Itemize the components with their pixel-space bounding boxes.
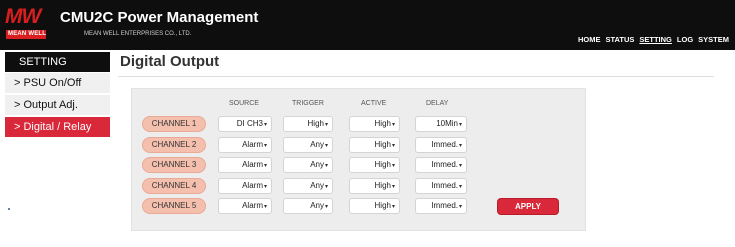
chevron-down-icon: ▾ — [324, 204, 328, 210]
channel-2-active-value: High — [374, 140, 391, 149]
page-marker — [8, 208, 10, 210]
channel-5-source-value: Alarm — [242, 201, 263, 210]
channel-3-delay-value: Immed. — [431, 160, 458, 169]
channel-3-source-select[interactable]: Alarm▾ — [218, 157, 272, 173]
sidebar-item-output-adj[interactable]: > Output Adj. — [5, 95, 110, 116]
chevron-down-icon: ▾ — [391, 204, 395, 210]
chevron-down-icon: ▾ — [458, 204, 462, 210]
sidebar-heading: SETTING — [5, 52, 110, 72]
channel-4-source-value: Alarm — [242, 181, 263, 190]
column-header-trigger: TRIGGER — [292, 100, 324, 107]
channel-1-button[interactable]: CHANNEL 1 — [142, 116, 206, 132]
meanwell-logo: MW MEAN WELL — [5, 6, 55, 40]
channel-2-delay-value: Immed. — [431, 140, 458, 149]
channel-3-button[interactable]: CHANNEL 3 — [142, 157, 206, 173]
chevron-down-icon: ▾ — [458, 122, 462, 128]
nav-log[interactable]: LOG — [677, 35, 693, 44]
top-nav: HOME STATUS SETTING LOG SYSTEM — [578, 35, 729, 44]
nav-system[interactable]: SYSTEM — [698, 35, 729, 44]
chevron-down-icon: ▾ — [458, 163, 462, 169]
chevron-down-icon: ▾ — [458, 184, 462, 190]
channel-1-delay-select[interactable]: 10Min▾ — [415, 116, 467, 132]
channel-4-source-select[interactable]: Alarm▾ — [218, 178, 272, 194]
company-name: MEAN WELL ENTERPRISES CO., LTD. — [84, 31, 192, 37]
channel-2-button[interactable]: CHANNEL 2 — [142, 137, 206, 153]
channel-5-button[interactable]: CHANNEL 5 — [142, 198, 206, 214]
chevron-down-icon: ▾ — [263, 143, 267, 149]
channel-5-trigger-select[interactable]: Any▾ — [283, 198, 333, 214]
channel-2-trigger-select[interactable]: Any▾ — [283, 137, 333, 153]
channel-5-delay-value: Immed. — [431, 201, 458, 210]
chevron-down-icon: ▾ — [391, 122, 395, 128]
apply-button[interactable]: APPLY — [497, 198, 559, 215]
chevron-down-icon: ▾ — [263, 184, 267, 190]
channel-5-delay-select[interactable]: Immed.▾ — [415, 198, 467, 214]
app-header: MW MEAN WELL CMU2C Power Management MEAN… — [0, 0, 735, 50]
logo-subtext: MEAN WELL — [8, 31, 47, 37]
chevron-down-icon: ▾ — [391, 184, 395, 190]
channel-5-active-select[interactable]: High▾ — [349, 198, 400, 214]
chevron-down-icon: ▾ — [324, 143, 328, 149]
channel-1-active-select[interactable]: High▾ — [349, 116, 400, 132]
column-header-active: ACTIVE — [361, 100, 387, 107]
channel-1-trigger-select[interactable]: High▾ — [283, 116, 333, 132]
chevron-down-icon: ▾ — [263, 122, 267, 128]
channel-4-delay-value: Immed. — [431, 181, 458, 190]
title-divider — [118, 76, 714, 77]
sidebar-item-psu-onoff[interactable]: > PSU On/Off — [5, 73, 110, 94]
channel-2-source-value: Alarm — [242, 140, 263, 149]
chevron-down-icon: ▾ — [458, 143, 462, 149]
column-header-source: SOURCE — [229, 100, 259, 107]
channel-1-source-value: DI CH3 — [236, 119, 263, 128]
channel-5-trigger-value: Any — [310, 201, 324, 210]
chevron-down-icon: ▾ — [391, 143, 395, 149]
channel-4-active-select[interactable]: High▾ — [349, 178, 400, 194]
channel-2-trigger-value: Any — [310, 140, 324, 149]
channel-2-delay-select[interactable]: Immed.▾ — [415, 137, 467, 153]
channel-2-active-select[interactable]: High▾ — [349, 137, 400, 153]
chevron-down-icon: ▾ — [391, 163, 395, 169]
logo-mark: MW — [5, 5, 41, 28]
app-title: CMU2C Power Management — [60, 9, 259, 26]
chevron-down-icon: ▾ — [263, 204, 267, 210]
channel-4-delay-select[interactable]: Immed.▾ — [415, 178, 467, 194]
sidebar-item-digital-relay[interactable]: > Digital / Relay — [5, 117, 110, 138]
channel-3-delay-select[interactable]: Immed.▾ — [415, 157, 467, 173]
channel-1-trigger-value: High — [307, 119, 324, 128]
channel-2-source-select[interactable]: Alarm▾ — [218, 137, 272, 153]
channel-4-trigger-value: Any — [310, 181, 324, 190]
channel-3-source-value: Alarm — [242, 160, 263, 169]
channel-1-delay-value: 10Min — [436, 119, 458, 128]
chevron-down-icon: ▾ — [324, 184, 328, 190]
chevron-down-icon: ▾ — [324, 122, 328, 128]
nav-status[interactable]: STATUS — [606, 35, 635, 44]
chevron-down-icon: ▾ — [263, 163, 267, 169]
channel-3-trigger-select[interactable]: Any▾ — [283, 157, 333, 173]
channel-3-trigger-value: Any — [310, 160, 324, 169]
column-header-delay: DELAY — [426, 100, 449, 107]
channel-1-source-select[interactable]: DI CH3▾ — [218, 116, 272, 132]
channel-5-source-select[interactable]: Alarm▾ — [218, 198, 272, 214]
page-title: Digital Output — [120, 53, 220, 70]
channel-1-active-value: High — [374, 119, 391, 128]
channel-4-active-value: High — [374, 181, 391, 190]
nav-home[interactable]: HOME — [578, 35, 601, 44]
channel-3-active-select[interactable]: High▾ — [349, 157, 400, 173]
chevron-down-icon: ▾ — [324, 163, 328, 169]
channel-4-trigger-select[interactable]: Any▾ — [283, 178, 333, 194]
channel-3-active-value: High — [374, 160, 391, 169]
channel-4-button[interactable]: CHANNEL 4 — [142, 178, 206, 194]
nav-setting[interactable]: SETTING — [639, 35, 672, 44]
channel-5-active-value: High — [374, 201, 391, 210]
